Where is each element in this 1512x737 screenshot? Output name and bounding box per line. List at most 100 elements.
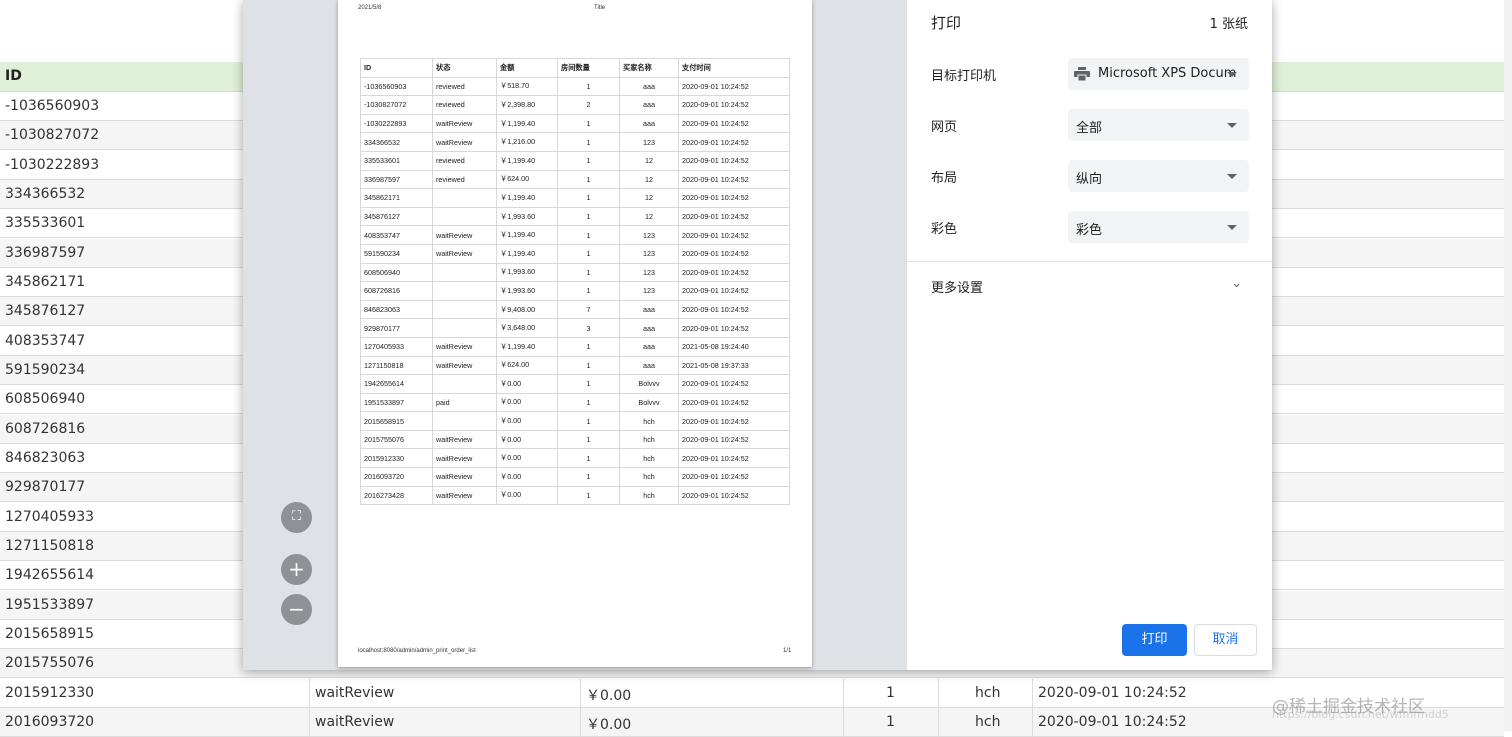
preview-table-cell: 2020-09-01 10:24:52 xyxy=(678,95,790,115)
background-row-time: 2020-09-01 10:24:52 xyxy=(1038,713,1187,730)
preview-table-row: 1270405933 waitReview ￥1,199.40 1 aaa 2021-05… xyxy=(360,336,790,357)
background-row-id: 1942655614 xyxy=(5,567,95,584)
fit-to-page-icon[interactable]: ⛶ xyxy=(281,502,312,533)
preview-table-cell xyxy=(432,262,497,283)
preview-table-cell: ￥1,199.40 xyxy=(496,188,558,208)
background-row-id: 408353747 xyxy=(5,332,86,349)
destination-select[interactable]: Microsoft XPS Docum xyxy=(1068,58,1249,90)
preview-table-cell: 12 xyxy=(619,206,679,227)
preview-table-row: 336987597 reviewed ￥624.00 1 12 2020-09-01 10… xyxy=(360,169,790,190)
preview-table-cell: 2015755076 xyxy=(360,429,433,450)
page-scrollbar[interactable] xyxy=(1504,0,1512,731)
preview-table-cell: ￥1,199.40 xyxy=(496,150,558,171)
cancel-button[interactable]: 取消 xyxy=(1194,624,1257,656)
preview-table-cell: ￥1,993.60 xyxy=(496,262,558,283)
background-row-id: 2015658915 xyxy=(5,625,95,642)
preview-table-cell: 12 xyxy=(619,188,679,208)
zoom-out-icon[interactable]: − xyxy=(281,594,312,625)
print-settings-panel: 打印 1 张纸 目标打印机 Microsoft XPS Docum 网页 全部 … xyxy=(907,0,1272,670)
preview-table-row: 2016273428 waitReview ￥0.00 1 hch 2020-09-01 … xyxy=(360,485,790,506)
preview-table-cell: 2020-09-01 10:24:52 xyxy=(678,411,790,431)
preview-header-date: 2021/5/8 xyxy=(358,5,382,11)
background-row-buyer: hch xyxy=(975,713,1001,730)
preview-table-row: 2015658915 ￥0.00 1 hch 2020-09-01 10:24:52 xyxy=(360,411,790,431)
preview-table-cell: ￥1,199.40 xyxy=(496,225,558,245)
preview-table-cell: aaa xyxy=(619,318,679,338)
preview-table-cell xyxy=(432,318,497,338)
preview-table-row: 2015755076 waitReview ￥0.00 1 hch 2020-09-01 … xyxy=(360,429,790,450)
preview-table-cell: 2020-09-01 10:24:52 xyxy=(678,448,790,469)
pages-select[interactable]: 全部 xyxy=(1068,109,1249,141)
preview-table-cell: hch xyxy=(619,467,679,487)
preview-table-row: 591590234 waitReview ￥1,199.40 1 123 2020-09-… xyxy=(360,243,790,264)
background-row-id: 846823063 xyxy=(5,449,86,466)
preview-footer-page: 1/1 xyxy=(783,648,792,654)
background-row-id: 1951533897 xyxy=(5,596,95,613)
preview-table-cell: 334366532 xyxy=(360,132,433,152)
preview-table-cell: 2020-09-01 10:24:52 xyxy=(678,225,790,245)
preview-table-cell: ￥518.70 xyxy=(496,76,558,97)
pages-label: 网页 xyxy=(931,120,958,135)
preview-table-cell xyxy=(432,281,497,301)
preview-table-cell: hch xyxy=(619,429,679,450)
preview-column-header: 金额 xyxy=(496,58,558,78)
zoom-in-icon[interactable]: + xyxy=(281,554,312,585)
layout-label: 布局 xyxy=(931,171,958,186)
print-preview-area: 2021/5/8 Title ID 状态 金额 房间数量 买家名称 支付时间 -10365… xyxy=(243,0,907,670)
background-row-id: 1271150818 xyxy=(5,537,95,554)
preview-table-cell: 1 xyxy=(557,169,620,190)
color-label: 彩色 xyxy=(931,222,958,237)
print-preview-page: 2021/5/8 Title ID 状态 金额 房间数量 买家名称 支付时间 -10365… xyxy=(338,0,812,667)
preview-table-cell: 1 xyxy=(557,132,620,152)
preview-table-cell: waitReview xyxy=(432,429,497,450)
preview-table-row: 345876127 ￥1,993.60 1 12 2020-09-01 10:24:52 xyxy=(360,206,790,227)
preview-table-cell: 2020-09-01 10:24:52 xyxy=(678,113,790,134)
preview-column-header: 房间数量 xyxy=(557,58,620,78)
preview-table-row: 1951533897 paid ￥0.00 1 Bolvvv 2020-09-01 10:… xyxy=(360,392,790,413)
preview-table-header-row: ID 状态 金额 房间数量 买家名称 支付时间 xyxy=(360,58,790,78)
layout-select[interactable]: 纵向 xyxy=(1068,160,1249,192)
preview-table-cell: waitReview xyxy=(432,485,497,506)
preview-table-cell: hch xyxy=(619,485,679,506)
preview-table-cell: Bolvvv xyxy=(619,392,679,413)
preview-table-cell: waitReview xyxy=(432,225,497,245)
preview-table-cell: 12 xyxy=(619,169,679,190)
preview-table-cell: 2020-09-01 10:24:52 xyxy=(678,132,790,152)
background-row-status: waitReview xyxy=(315,684,395,701)
preview-table-cell: 336987597 xyxy=(360,169,433,190)
chevron-down-icon[interactable]: ⌄ xyxy=(1231,276,1242,291)
preview-table-cell: waitReview xyxy=(432,243,497,264)
background-row-rooms: 1 xyxy=(886,684,895,701)
preview-table-cell: 123 xyxy=(619,262,679,283)
preview-footer-url: localhost:8080/admin/admin_print_order_l… xyxy=(358,648,476,654)
background-row-id: 345862171 xyxy=(5,273,86,290)
preview-table-cell: 1942655614 xyxy=(360,374,433,394)
background-row-id: 335533601 xyxy=(5,215,86,232)
preview-table-cell: 2015658915 xyxy=(360,411,433,431)
dropdown-arrow-icon xyxy=(1227,174,1237,179)
sheet-count: 1 张纸 xyxy=(1209,17,1248,32)
column-divider xyxy=(309,707,310,737)
dropdown-arrow-icon xyxy=(1227,72,1237,77)
preview-table-cell: 2020-09-01 10:24:52 xyxy=(678,299,790,320)
color-select[interactable]: 彩色 xyxy=(1068,211,1249,243)
background-row-id: 608506940 xyxy=(5,391,86,408)
preview-table-cell: ￥624.00 xyxy=(496,355,558,376)
preview-table-cell: 1 xyxy=(557,206,620,227)
settings-divider xyxy=(907,261,1272,262)
preview-table-cell: 1270405933 xyxy=(360,336,433,357)
preview-table-cell: waitReview xyxy=(432,132,497,152)
preview-table-cell: ￥0.00 xyxy=(496,448,558,469)
preview-table-cell: 608506940 xyxy=(360,262,433,283)
preview-table-row: -1030222893 waitReview ￥1,199.40 1 aaa 2020-0… xyxy=(360,113,790,134)
preview-table-row: -1030827072 reviewed ￥2,398.80 2 aaa 2020-09-… xyxy=(360,95,790,115)
dropdown-arrow-icon xyxy=(1227,123,1237,128)
preview-table-cell: ￥0.00 xyxy=(496,392,558,413)
preview-table-cell: 1 xyxy=(557,262,620,283)
preview-table-cell: ￥1,199.40 xyxy=(496,336,558,357)
more-settings-toggle[interactable]: 更多设置 xyxy=(931,277,983,296)
preview-table-row: 345862171 ￥1,199.40 1 12 2020-09-01 10:24:52 xyxy=(360,188,790,208)
pages-value: 全部 xyxy=(1076,121,1103,136)
column-divider xyxy=(843,678,844,708)
print-button[interactable]: 打印 xyxy=(1122,624,1187,656)
